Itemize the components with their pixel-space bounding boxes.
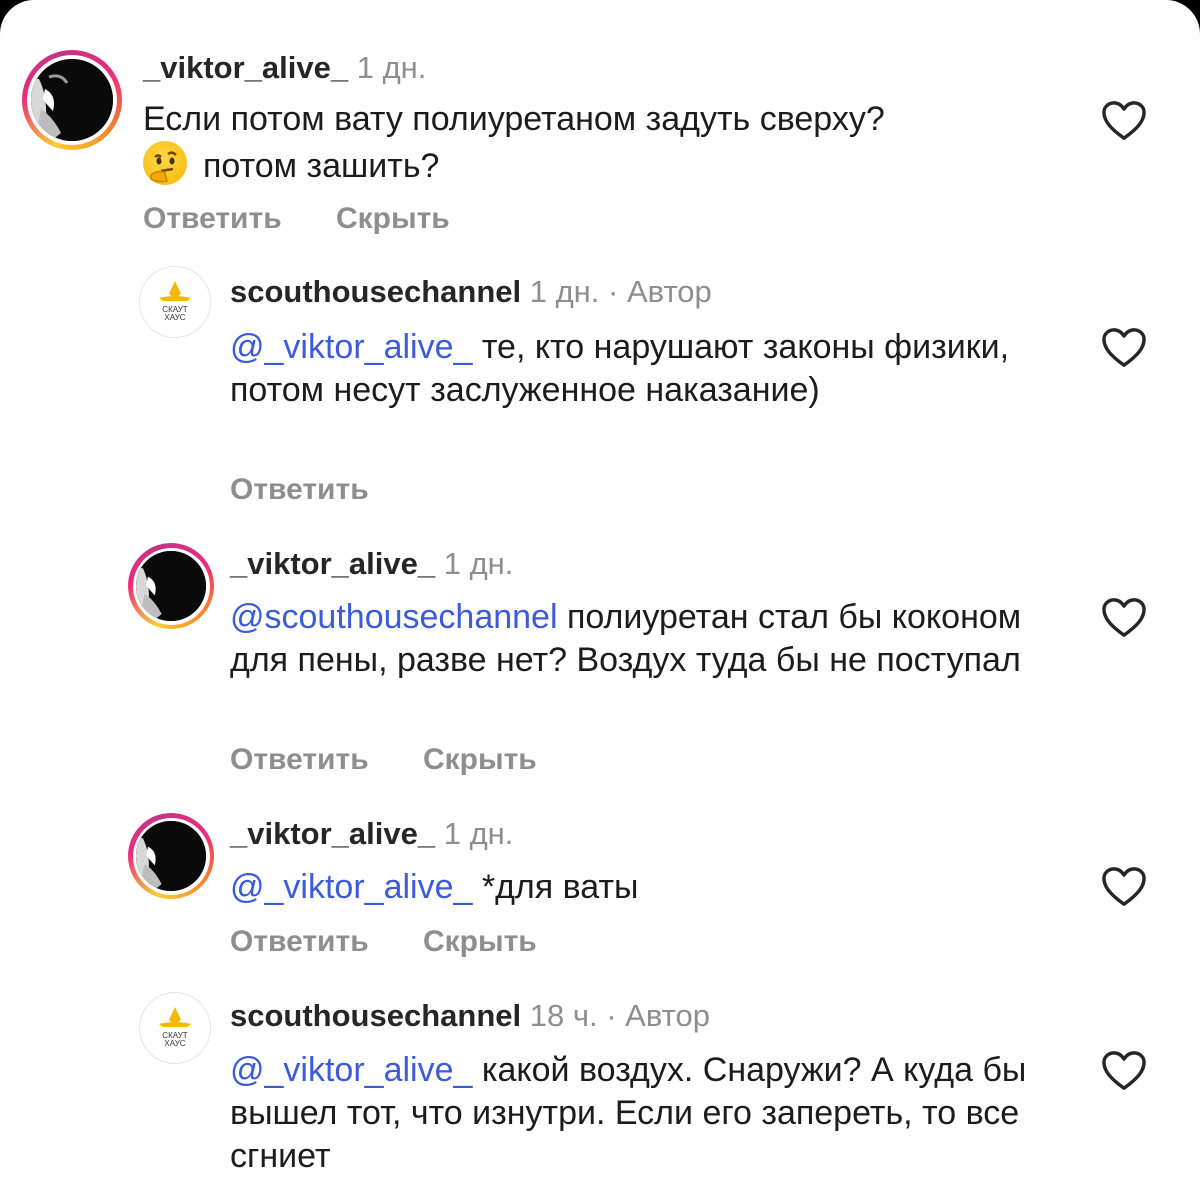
avatar-photo [31,59,113,141]
comment-text-line: потом зашить? [143,141,993,188]
avatar-photo [136,821,206,891]
username[interactable]: scouthousechannel [230,998,521,1033]
comment-actions: Ответить Скрыть [230,743,537,777]
reply-button[interactable]: Ответить [230,743,369,777]
scout-house-logo: СКАУТ ХАУС [159,1007,191,1048]
svg-text:ХАУС: ХАУС [164,313,185,322]
svg-text:ХАУС: ХАУС [164,1039,185,1048]
heart-outline-icon[interactable] [1101,327,1147,369]
reply-button[interactable]: Ответить [230,473,369,507]
author-badge: · Автор [606,998,710,1033]
username[interactable]: scouthousechannel [230,274,521,309]
mention-link[interactable]: @scouthousechannel [230,598,558,636]
heart-outline-icon[interactable] [1101,866,1147,908]
hide-button[interactable]: Скрыть [423,925,537,959]
avatar[interactable] [128,813,214,899]
avatar[interactable] [128,543,214,629]
comment-header: _viktor_alive_ 1 дн. [230,816,513,852]
comment-actions: Ответить [230,473,415,507]
comment-actions: Ответить Скрыть [143,202,450,236]
comment-text: @scouthousechannel полиуретан стал бы ко… [230,598,1022,679]
scout-house-logo: СКАУТ ХАУС [159,281,191,322]
mention-link[interactable]: @_viktor_alive_ [230,868,472,906]
reply-button[interactable]: Ответить [230,925,369,959]
timestamp: 1 дн. [529,274,600,309]
timestamp: 18 ч. [529,998,598,1033]
comment-text: @_viktor_alive_ те, кто нарушают законы … [230,328,1010,409]
username[interactable]: _viktor_alive_ [143,50,348,85]
comment-text: @_viktor_alive_ *для ваты [230,868,639,906]
heart-outline-icon[interactable] [1101,597,1147,639]
thinking-face-icon [143,141,187,185]
author-badge: · Автор [608,274,712,309]
heart-outline-icon[interactable] [1101,100,1147,142]
comment-header: scouthousechannel 18 ч. · Автор [230,998,710,1034]
avatar[interactable]: СКАУТ ХАУС [139,992,211,1064]
comments-sheet: _viktor_alive_ 1 дн. Если потом вату пол… [0,0,1200,1199]
timestamp: 1 дн. [443,816,514,851]
hide-button[interactable]: Скрыть [336,202,450,236]
heart-outline-icon[interactable] [1101,1050,1147,1092]
comment-text: Если потом вату полиуретаном задуть свер… [143,98,993,188]
comment-header: scouthousechannel 1 дн. · Автор [230,274,712,310]
username[interactable]: _viktor_alive_ [230,816,435,851]
mention-link[interactable]: @_viktor_alive_ [230,1051,472,1089]
comment-header: _viktor_alive_ 1 дн. [143,50,426,86]
username[interactable]: _viktor_alive_ [230,546,435,581]
avatar-photo [136,551,206,621]
reply-button[interactable]: Ответить [143,202,282,236]
comment-text-line: Если потом вату полиуретаном задуть свер… [143,100,885,138]
timestamp: 1 дн. [443,546,514,581]
comment-header: _viktor_alive_ 1 дн. [230,546,513,582]
comment-text: @_viktor_alive_ какой воздух. Снаружи? А… [230,1051,1027,1175]
timestamp: 1 дн. [356,50,427,85]
hide-button[interactable]: Скрыть [423,743,537,777]
mention-link[interactable]: @_viktor_alive_ [230,328,472,366]
avatar[interactable]: СКАУТ ХАУС [139,266,211,338]
comment-actions: Ответить Скрыть [230,925,537,959]
avatar[interactable] [22,50,122,150]
